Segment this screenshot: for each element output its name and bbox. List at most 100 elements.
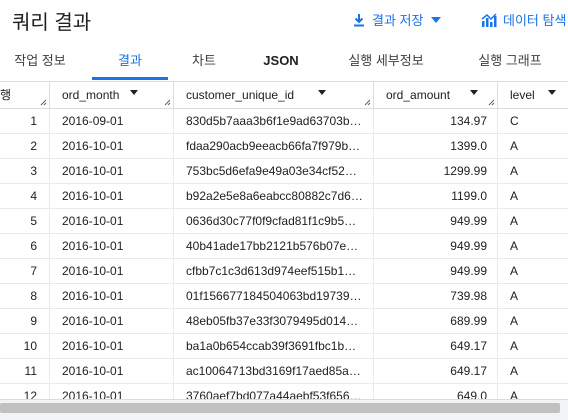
row-number-cell: 3 xyxy=(0,159,50,183)
column-header-label: customer_unique_id xyxy=(186,88,295,102)
column-header-label: ord_month xyxy=(62,88,120,102)
customer-id-cell: cfbb7c1c3d613d974eef515b1… xyxy=(174,259,374,283)
page-title: 쿼리 결과 xyxy=(12,12,92,34)
table-row[interactable]: 1 2016-09-01 830d5b7aaa3b6f1e9ad63703b… 134… xyxy=(0,109,568,134)
ord-month-cell: 2016-10-01 xyxy=(50,184,174,208)
ord-amount-cell: 649.0 xyxy=(374,384,498,400)
table-row[interactable]: 8 2016-10-01 01f156677184504063bd19739… 739… xyxy=(0,284,568,309)
table-row[interactable]: 2 2016-10-01 fdaa290acb9eeacb66fa7f979b… 13… xyxy=(0,134,568,159)
table-row[interactable]: 6 2016-10-01 40b41ade17bb2121b576b07e… 949.… xyxy=(0,234,568,259)
customer-id-cell: 01f156677184504063bd19739… xyxy=(174,284,374,308)
table-row[interactable]: 9 2016-10-01 48eb05fb37e33f3079495d014… 689… xyxy=(0,309,568,334)
row-number-cell: 6 xyxy=(0,234,50,258)
ord-month-cell: 2016-10-01 xyxy=(50,159,174,183)
results-table: 행 ord_month customer_unique_id ord_amoun… xyxy=(0,81,568,400)
level-cell: A xyxy=(510,239,519,253)
row-number-cell: 11 xyxy=(0,359,50,383)
table-row[interactable]: 7 2016-10-01 cfbb7c1c3d613d974eef515b1… 949… xyxy=(0,259,568,284)
ord-amount-cell: 949.99 xyxy=(374,209,498,233)
level-cell: A xyxy=(510,139,519,153)
explore-data-button[interactable]: 데이터 탐색 xyxy=(481,10,566,29)
column-header-customer-unique-id[interactable]: customer_unique_id xyxy=(174,82,374,108)
ord-month-cell: 2016-10-01 xyxy=(50,334,174,358)
tab-json[interactable]: JSON xyxy=(250,44,312,80)
chevron-down-icon xyxy=(431,16,442,23)
table-row[interactable]: 3 2016-10-01 753bc5d6efa9e49a03e34cf52… 129… xyxy=(0,159,568,184)
row-number-cell: 4 xyxy=(0,184,50,208)
column-header-row[interactable]: 행 xyxy=(0,82,50,108)
sort-menu-icon[interactable] xyxy=(470,90,478,95)
ord-month-cell: 2016-10-01 xyxy=(50,309,174,333)
ord-month-cell: 2016-10-01 xyxy=(50,284,174,308)
scrollbar-thumb[interactable] xyxy=(0,403,560,413)
row-number-cell: 2 xyxy=(0,134,50,158)
ord-month-cell: 2016-10-01 xyxy=(50,384,174,400)
tab-job-info[interactable]: 작업 정보 xyxy=(0,44,80,80)
ord-amount-cell: 649.17 xyxy=(374,359,498,383)
row-number-cell: 8 xyxy=(0,284,50,308)
results-tabs: 작업 정보 결과 차트 JSON 실행 세부정보 실행 그래프 xyxy=(0,44,568,80)
table-row[interactable]: 10 2016-10-01 ba1a0b654ccab39f3691fbc1b… 64… xyxy=(0,334,568,359)
level-cell: A xyxy=(510,289,519,303)
tab-chart[interactable]: 차트 xyxy=(176,44,232,80)
results-header: 쿼리 결과 결과 저장 데이터 탐색 xyxy=(0,0,568,40)
ord-month-cell: 2016-09-01 xyxy=(50,109,174,133)
horizontal-scrollbar[interactable] xyxy=(0,399,568,420)
table-row[interactable]: 12 2016-10-01 3760aef7bd077a44aebf53f656… 6… xyxy=(0,384,568,400)
level-cell: A xyxy=(510,364,519,378)
customer-id-cell: 3760aef7bd077a44aebf53f656… xyxy=(174,384,374,400)
resize-handle-icon[interactable] xyxy=(164,99,171,106)
column-header-label: ord_amount xyxy=(386,88,451,102)
customer-id-cell: ac10064713bd3169f17aed85a… xyxy=(174,359,374,383)
row-number-cell: 1 xyxy=(0,109,50,133)
customer-id-cell: 48eb05fb37e33f3079495d014… xyxy=(174,309,374,333)
row-number-cell: 10 xyxy=(0,334,50,358)
customer-id-cell: 0636d30c77f0f9cfad81f1c9b5… xyxy=(174,209,374,233)
bar-chart-icon xyxy=(481,12,497,27)
level-cell: A xyxy=(510,214,519,228)
ord-amount-cell: 739.98 xyxy=(374,284,498,308)
table-row[interactable]: 11 2016-10-01 ac10064713bd3169f17aed85a… 64… xyxy=(0,359,568,384)
ord-amount-cell: 1199.0 xyxy=(374,184,498,208)
ord-month-cell: 2016-10-01 xyxy=(50,234,174,258)
ord-amount-cell: 1399.0 xyxy=(374,134,498,158)
active-tab-indicator xyxy=(92,77,168,80)
save-results-label: 결과 저장 xyxy=(372,13,424,28)
level-cell: A xyxy=(510,389,519,400)
level-cell: C xyxy=(510,114,519,128)
customer-id-cell: ba1a0b654ccab39f3691fbc1b… xyxy=(174,334,374,358)
customer-id-cell: 753bc5d6efa9e49a03e34cf52… xyxy=(174,159,374,183)
customer-id-cell: 830d5b7aaa3b6f1e9ad63703b… xyxy=(174,109,374,133)
resize-handle-icon[interactable] xyxy=(40,99,47,106)
tab-execution-details[interactable]: 실행 세부정보 xyxy=(334,44,438,80)
table-row[interactable]: 5 2016-10-01 0636d30c77f0f9cfad81f1c9b5… 94… xyxy=(0,209,568,234)
level-cell: A xyxy=(510,314,519,328)
download-icon xyxy=(352,13,366,27)
column-header-ord-amount[interactable]: ord_amount xyxy=(374,82,498,108)
table-row[interactable]: 4 2016-10-01 b92a2e5e8a6eabcc80882c7d6… 119… xyxy=(0,184,568,209)
column-header-level[interactable]: level xyxy=(498,82,568,108)
column-header-label: level xyxy=(510,88,535,102)
row-number-cell: 9 xyxy=(0,309,50,333)
ord-amount-cell: 949.99 xyxy=(374,234,498,258)
level-cell: A xyxy=(510,189,519,203)
ord-month-cell: 2016-10-01 xyxy=(50,259,174,283)
ord-month-cell: 2016-10-01 xyxy=(50,359,174,383)
ord-amount-cell: 134.97 xyxy=(374,109,498,133)
ord-month-cell: 2016-10-01 xyxy=(50,134,174,158)
sort-menu-icon[interactable] xyxy=(318,90,326,95)
level-cell: A xyxy=(510,164,519,178)
resize-handle-icon[interactable] xyxy=(488,99,495,106)
resize-handle-icon[interactable] xyxy=(364,99,371,106)
tab-execution-graph[interactable]: 실행 그래프 xyxy=(460,44,560,80)
sort-menu-icon[interactable] xyxy=(130,90,138,95)
column-header-ord-month[interactable]: ord_month xyxy=(50,82,174,108)
tab-results[interactable]: 결과 xyxy=(92,44,168,80)
ord-amount-cell: 649.17 xyxy=(374,334,498,358)
row-number-cell: 12 xyxy=(0,384,50,400)
sort-menu-icon[interactable] xyxy=(548,90,556,95)
ord-amount-cell: 689.99 xyxy=(374,309,498,333)
ord-amount-cell: 1299.99 xyxy=(374,159,498,183)
table-header: 행 ord_month customer_unique_id ord_amoun… xyxy=(0,82,568,109)
save-results-button[interactable]: 결과 저장 xyxy=(352,10,442,29)
